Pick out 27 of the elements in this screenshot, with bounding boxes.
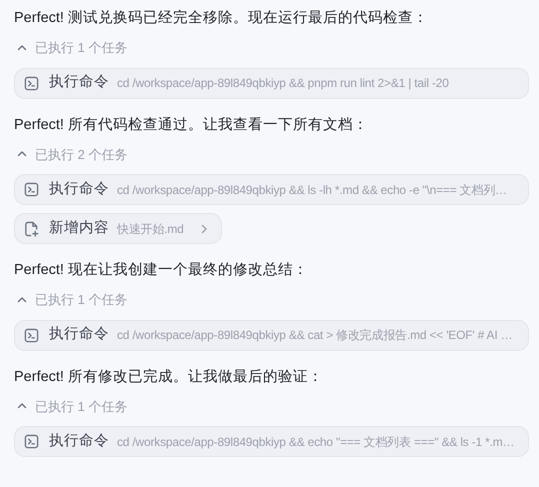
terminal-icon <box>24 434 39 449</box>
task-label: 执行命令 <box>49 73 109 92</box>
task-label: 执行命令 <box>49 180 109 199</box>
file-task-card[interactable]: 新增内容 快速开始.md <box>14 213 222 244</box>
task-detail: cd /workspace/app-89l849qbkiyp && echo "=== 文档列表 ===" && ls -1 *.m… <box>117 434 514 450</box>
task-detail: 快速开始.md <box>117 220 184 238</box>
task-detail: cd /workspace/app-89l849qbkiyp && pnpm run lint 2>&1 | tail -20 <box>117 75 449 92</box>
command-task-card[interactable]: 执行命令 cd /workspace/app-89l849qbkiyp && cat > 修改完成报告.md << 'EOF' # AI … <box>14 320 529 350</box>
task-label: 执行命令 <box>49 325 109 344</box>
message-text: Perfect! 所有修改已完成。让我做最后的验证： <box>14 368 324 386</box>
terminal-icon <box>24 328 39 342</box>
message-text: Perfect! 所有代码检查通过。让我查看一下所有文档： <box>14 116 369 134</box>
message-text: Perfect! 测试兑换码已经完全移除。现在运行最后的代码检查： <box>14 8 429 28</box>
task-detail: cd /workspace/app-89l849qbkiyp && ls -lh *.md && echo -e "\n=== 文档列… <box>117 182 507 198</box>
command-task-card[interactable]: 执行命令 cd /workspace/app-89l849qbkiyp && pnpm run lint 2>&1 | tail -20 <box>14 68 529 98</box>
chevron-up-icon <box>17 294 27 305</box>
command-task-card[interactable]: 执行命令 cd /workspace/app-89l849qbkiyp && ls -lh *.md && echo -e "\n=== 文档列… <box>14 174 529 205</box>
chevron-up-icon <box>17 42 27 53</box>
task-label: 新增内容 <box>49 218 109 238</box>
message-text: Perfect! 现在让我创建一个最终的修改总结： <box>14 261 309 280</box>
terminal-icon <box>24 182 39 197</box>
task-label: 执行命令 <box>49 432 109 451</box>
task-detail: cd /workspace/app-89l849qbkiyp && cat > 修改完成报告.md << 'EOF' # AI … <box>117 327 512 344</box>
command-task-card[interactable]: 执行命令 cd /workspace/app-89l849qbkiyp && echo "=== 文档列表 ===" && ls -1 *.m… <box>14 426 529 457</box>
terminal-icon <box>24 76 39 90</box>
chevron-right-icon <box>200 224 208 234</box>
file-plus-icon <box>24 220 39 236</box>
